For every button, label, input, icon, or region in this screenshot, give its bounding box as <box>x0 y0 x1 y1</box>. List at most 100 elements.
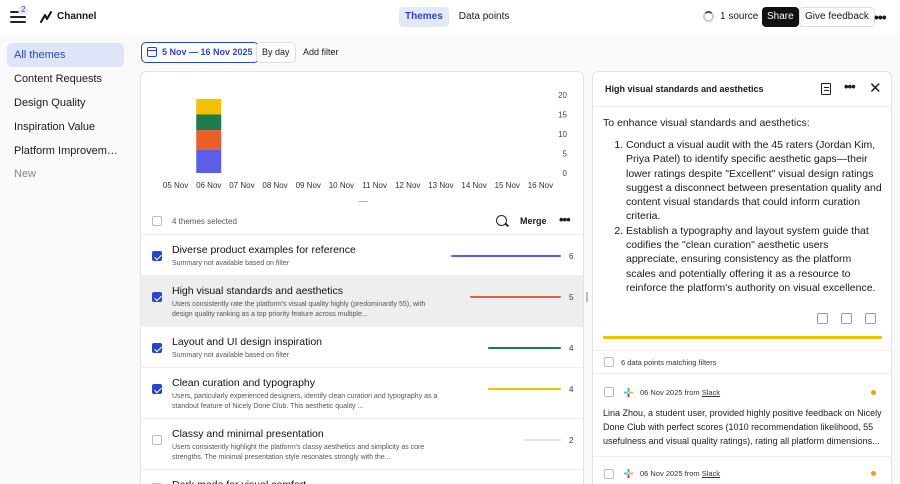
x-tick-label: 14 Nov <box>461 181 486 190</box>
sidebar-item-new[interactable]: New <box>7 162 124 186</box>
sidebar-item-platform-improvements[interactable]: Platform Improvements <box>7 139 124 163</box>
data-point-date: 06 Nov 2025 from <box>640 469 700 478</box>
theme-count: 4 <box>569 344 574 353</box>
data-points-header: 6 data points matching filters <box>593 350 891 374</box>
theme-volume-bar <box>524 439 561 441</box>
source-count[interactable]: 1 source <box>720 11 758 22</box>
list-header: 4 themes selected Merge ••• <box>141 209 583 235</box>
thumbs-down-icon[interactable] <box>865 313 876 324</box>
theme-row[interactable]: Classy and minimal presentation Users con… <box>141 419 583 470</box>
x-tick-label: 05 Nov <box>163 181 188 190</box>
summary-list: Conduct a visual audit with the 45 rater… <box>603 138 883 295</box>
theme-count: 4 <box>569 385 574 394</box>
panel-resize-handle[interactable] <box>586 292 588 302</box>
summary-intro: To enhance visual standards and aestheti… <box>603 117 810 129</box>
y-tick-label: 0 <box>563 169 568 178</box>
add-filter-button[interactable]: Add filter <box>300 42 342 63</box>
x-tick-label: 16 Nov <box>528 181 553 190</box>
theme-row[interactable]: High visual standards and aesthetics User… <box>141 276 583 327</box>
theme-checkbox[interactable] <box>152 292 162 302</box>
theme-row[interactable]: Diverse product examples for reference Su… <box>141 235 583 276</box>
data-point-date: 06 Nov 2025 from <box>640 388 700 397</box>
theme-checkbox[interactable] <box>152 251 162 261</box>
data-point-item[interactable]: 06 Nov 2025 from Slack Lina Zhou, a stud… <box>593 374 891 454</box>
theme-count: 6 <box>569 252 574 261</box>
data-points-count: 6 data points matching filters <box>621 358 717 367</box>
theme-checkbox[interactable] <box>152 343 162 353</box>
sidebar-item-content-requests[interactable]: Content Requests <box>7 67 124 91</box>
calendar-icon <box>147 47 157 57</box>
y-tick-label: 5 <box>563 150 568 159</box>
theme-row[interactable]: Clean curation and typography Users, part… <box>141 368 583 419</box>
theme-detail-panel: High visual standards and aesthetics •••… <box>592 71 892 484</box>
sidebar-item-design-quality[interactable]: Design Quality <box>7 91 124 115</box>
copy-icon[interactable] <box>817 313 828 324</box>
data-point-meta: 06 Nov 2025 from Slack <box>640 388 720 397</box>
x-tick-label: 10 Nov <box>329 181 354 190</box>
data-point-checkbox[interactable] <box>604 469 614 479</box>
sidebar: All themes Content Requests Design Quali… <box>0 34 135 484</box>
x-tick-label: 07 Nov <box>229 181 254 190</box>
group-by-button[interactable]: By day <box>256 42 296 63</box>
data-point-item[interactable]: 06 Nov 2025 from Slack <box>593 456 891 484</box>
x-tick-label: 12 Nov <box>395 181 420 190</box>
theme-summary: Users, particularly experienced designer… <box>172 393 438 410</box>
x-tick-label: 06 Nov <box>196 181 221 190</box>
detail-more-icon[interactable]: ••• <box>844 79 856 94</box>
x-tick-label: 11 Nov <box>362 181 387 190</box>
give-feedback-button[interactable]: Give feedback <box>799 7 875 27</box>
top-bar: 2 Channel Themes Data points 1 source Sh… <box>0 0 900 34</box>
x-tick-label: 08 Nov <box>262 181 287 190</box>
summary-point: Establish a typography and layout system… <box>626 224 883 295</box>
sidebar-item-all-themes[interactable]: All themes <box>7 43 124 67</box>
merge-button[interactable]: Merge <box>520 216 547 226</box>
x-tick-label: 15 Nov <box>495 181 520 190</box>
thumbs-up-icon[interactable] <box>841 313 852 324</box>
date-range-button[interactable]: 5 Nov — 16 Nov 2025 <box>141 42 259 63</box>
list-more-icon[interactable]: ••• <box>559 212 571 227</box>
unread-dot <box>871 471 876 476</box>
y-tick-label: 10 <box>558 130 567 139</box>
theme-summary: Summary not available based on filter <box>172 352 290 359</box>
add-note-icon[interactable] <box>821 83 831 95</box>
data-point-text: Lina Zhou, a student user, provided high… <box>603 408 882 446</box>
theme-checkbox[interactable] <box>152 384 162 394</box>
theme-volume-bar <box>488 347 561 349</box>
theme-title: Diverse product examples for reference <box>172 244 356 256</box>
share-button[interactable]: Share <box>762 7 799 27</box>
theme-row[interactable]: Layout and UI design inspiration Summary … <box>141 327 583 368</box>
data-point-source-link[interactable]: Slack <box>702 388 720 397</box>
select-all-data-points-checkbox[interactable] <box>604 357 614 367</box>
data-point-source-link[interactable]: Slack <box>702 469 720 478</box>
theme-row[interactable]: Dark mode for visual comfort <box>141 470 583 484</box>
chart-bar-segment[interactable] <box>196 114 222 131</box>
theme-count: 5 <box>569 293 574 302</box>
close-icon[interactable]: ✕ <box>869 81 882 96</box>
summary-feedback <box>817 313 876 324</box>
themes-chart: 20 15 10 5 0 05 Nov 06 Nov 07 Nov 08 Nov 09 Nov 10… <box>163 91 568 190</box>
chart-resize-handle[interactable] <box>358 201 368 202</box>
select-all-checkbox[interactable] <box>152 216 162 226</box>
theme-title: Dark mode for visual comfort <box>172 479 306 484</box>
y-tick-label: 15 <box>558 111 567 120</box>
chart-bar-segment[interactable] <box>196 98 222 115</box>
tab-themes[interactable]: Themes <box>399 7 449 27</box>
data-point-checkbox[interactable] <box>604 387 614 397</box>
chart-bar-segment[interactable] <box>196 130 222 150</box>
theme-title: Layout and UI design inspiration <box>172 336 323 348</box>
more-options-icon[interactable]: ••• <box>874 9 887 25</box>
channel-name[interactable]: Channel <box>57 11 96 22</box>
theme-checkbox[interactable] <box>152 435 162 445</box>
chart-bar-segment[interactable] <box>196 149 222 173</box>
view-tabs: Themes Data points <box>399 7 515 27</box>
unread-dot <box>871 390 876 395</box>
search-icon[interactable] <box>496 215 507 226</box>
detail-header: High visual standards and aesthetics •••… <box>593 72 891 107</box>
theme-title: High visual standards and aesthetics <box>172 285 344 297</box>
theme-volume-bar <box>470 296 561 298</box>
theme-title: Clean curation and typography <box>172 377 316 389</box>
tab-data-points[interactable]: Data points <box>453 7 516 27</box>
theme-summary: Users consistently rate the platform's v… <box>172 301 426 318</box>
sidebar-item-inspiration-value[interactable]: Inspiration Value <box>7 115 124 139</box>
date-range-label: 5 Nov — 16 Nov 2025 <box>162 47 253 57</box>
